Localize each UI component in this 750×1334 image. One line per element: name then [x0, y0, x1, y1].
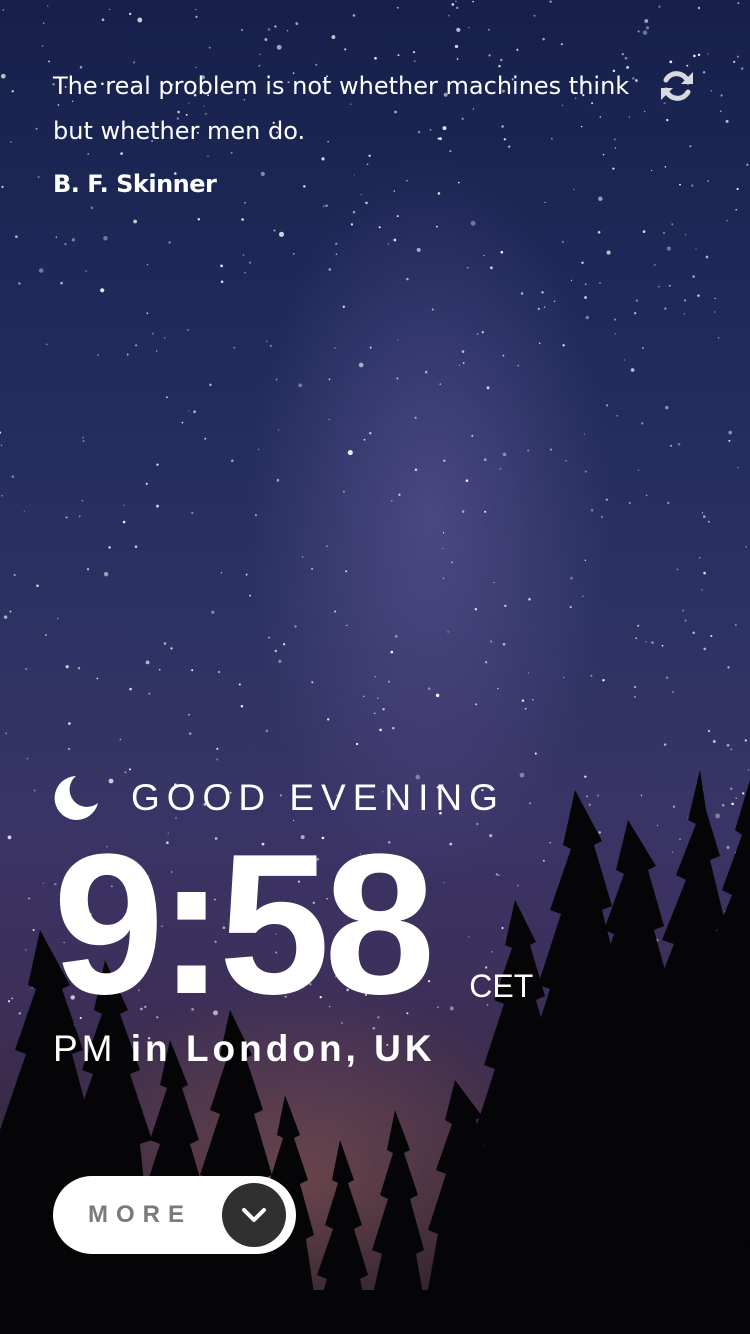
location-row: PM in London, UK — [53, 1028, 436, 1070]
current-time: 9:58 — [53, 813, 435, 1036]
time-row: 9:58 CET — [53, 825, 533, 1025]
more-button[interactable]: MORE — [53, 1176, 296, 1254]
timezone-label: CET — [469, 968, 534, 1004]
quote-section: The real problem is not whether machines… — [53, 64, 633, 198]
ampm-label: PM — [53, 1028, 117, 1069]
location-label: in London, UK — [130, 1028, 436, 1069]
chevron-down-icon[interactable] — [222, 1183, 286, 1247]
more-button-label: MORE — [88, 1201, 192, 1228]
forest-silhouette — [0, 770, 750, 1334]
quote-text: The real problem is not whether machines… — [53, 72, 630, 145]
refresh-icon[interactable] — [660, 68, 694, 104]
quote-author: B. F. Skinner — [53, 170, 217, 198]
clock-app-screen: The real problem is not whether machines… — [0, 0, 750, 1334]
